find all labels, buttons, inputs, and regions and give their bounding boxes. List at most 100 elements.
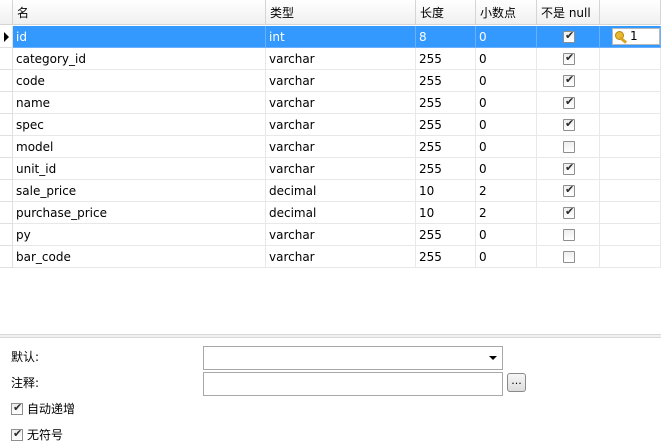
- field-length-cell[interactable]: 255: [416, 48, 476, 70]
- key-cell[interactable]: [600, 136, 661, 158]
- not-null-checkbox[interactable]: [563, 141, 575, 153]
- key-cell[interactable]: [600, 114, 661, 136]
- not-null-checkbox[interactable]: ✔: [563, 95, 575, 109]
- key-cell[interactable]: [600, 246, 661, 268]
- table-row[interactable]: purchase_price decimal 10 2 ✔: [0, 202, 661, 224]
- table-row[interactable]: model varchar 255 0: [0, 136, 661, 158]
- chevron-down-icon[interactable]: [489, 356, 497, 360]
- comment-input[interactable]: [203, 372, 503, 396]
- row-marker[interactable]: [0, 180, 13, 202]
- table-row[interactable]: name varchar 255 0 ✔: [0, 92, 661, 114]
- not-null-checkbox[interactable]: [563, 251, 575, 263]
- table-row[interactable]: sale_price decimal 10 2 ✔: [0, 180, 661, 202]
- field-length-cell[interactable]: 255: [416, 114, 476, 136]
- field-decimals-cell[interactable]: 0: [476, 224, 537, 246]
- not-null-checkbox[interactable]: [563, 229, 575, 241]
- field-type-cell[interactable]: varchar: [266, 246, 416, 268]
- not-null-cell[interactable]: [537, 246, 600, 268]
- field-type-cell[interactable]: int: [266, 26, 416, 48]
- field-length-cell[interactable]: 255: [416, 92, 476, 114]
- not-null-cell[interactable]: [537, 224, 600, 246]
- table-row[interactable]: id int 8 0 ✔ 1: [0, 26, 661, 48]
- not-null-cell[interactable]: ✔: [537, 26, 600, 48]
- key-cell[interactable]: [600, 224, 661, 246]
- row-marker[interactable]: [0, 224, 13, 246]
- field-name-cell[interactable]: py: [13, 224, 266, 246]
- key-cell[interactable]: [600, 92, 661, 114]
- row-marker[interactable]: [0, 136, 13, 158]
- header-not-null[interactable]: 不是 null: [537, 0, 600, 25]
- field-length-cell[interactable]: 255: [416, 70, 476, 92]
- not-null-cell[interactable]: ✔: [537, 70, 600, 92]
- not-null-checkbox[interactable]: ✔: [563, 29, 575, 43]
- field-decimals-cell[interactable]: 0: [476, 48, 537, 70]
- header-key[interactable]: [600, 0, 661, 25]
- key-cell[interactable]: [600, 202, 661, 224]
- field-length-cell[interactable]: 255: [416, 246, 476, 268]
- row-marker[interactable]: [0, 48, 13, 70]
- not-null-checkbox[interactable]: ✔: [563, 117, 575, 131]
- row-marker[interactable]: [0, 70, 13, 92]
- field-decimals-cell[interactable]: 0: [476, 26, 537, 48]
- not-null-checkbox[interactable]: ✔: [563, 205, 575, 219]
- table-row[interactable]: bar_code varchar 255 0: [0, 246, 661, 268]
- field-length-cell[interactable]: 10: [416, 202, 476, 224]
- field-name-cell[interactable]: code: [13, 70, 266, 92]
- field-decimals-cell[interactable]: 0: [476, 158, 537, 180]
- field-name-cell[interactable]: name: [13, 92, 266, 114]
- field-type-cell[interactable]: decimal: [266, 180, 416, 202]
- field-length-cell[interactable]: 10: [416, 180, 476, 202]
- row-marker[interactable]: [0, 246, 13, 268]
- not-null-cell[interactable]: ✔: [537, 180, 600, 202]
- header-length[interactable]: 长度: [416, 0, 476, 25]
- table-row[interactable]: spec varchar 255 0 ✔: [0, 114, 661, 136]
- field-type-cell[interactable]: varchar: [266, 70, 416, 92]
- table-row[interactable]: code varchar 255 0 ✔: [0, 70, 661, 92]
- key-cell[interactable]: 1: [600, 26, 661, 48]
- field-name-cell[interactable]: bar_code: [13, 246, 266, 268]
- not-null-cell[interactable]: ✔: [537, 114, 600, 136]
- key-cell[interactable]: [600, 48, 661, 70]
- table-row[interactable]: category_id varchar 255 0 ✔: [0, 48, 661, 70]
- key-cell[interactable]: [600, 158, 661, 180]
- field-decimals-cell[interactable]: 2: [476, 202, 537, 224]
- header-decimals[interactable]: 小数点: [476, 0, 537, 25]
- field-type-cell[interactable]: varchar: [266, 114, 416, 136]
- not-null-cell[interactable]: ✔: [537, 158, 600, 180]
- field-decimals-cell[interactable]: 0: [476, 92, 537, 114]
- field-length-cell[interactable]: 255: [416, 158, 476, 180]
- field-name-cell[interactable]: spec: [13, 114, 266, 136]
- field-name-cell[interactable]: unit_id: [13, 158, 266, 180]
- field-decimals-cell[interactable]: 2: [476, 180, 537, 202]
- unsigned-box[interactable]: ✔: [11, 427, 23, 441]
- field-name-cell[interactable]: category_id: [13, 48, 266, 70]
- field-decimals-cell[interactable]: 0: [476, 136, 537, 158]
- field-decimals-cell[interactable]: 0: [476, 70, 537, 92]
- not-null-cell[interactable]: ✔: [537, 202, 600, 224]
- not-null-checkbox[interactable]: ✔: [563, 161, 575, 175]
- field-type-cell[interactable]: varchar: [266, 92, 416, 114]
- table-row[interactable]: py varchar 255 0: [0, 224, 661, 246]
- not-null-checkbox[interactable]: ✔: [563, 183, 575, 197]
- field-name-cell[interactable]: purchase_price: [13, 202, 266, 224]
- comment-edit-button[interactable]: ...: [507, 373, 526, 392]
- table-row[interactable]: unit_id varchar 255 0 ✔: [0, 158, 661, 180]
- field-length-cell[interactable]: 255: [416, 136, 476, 158]
- auto-increment-box[interactable]: ✔: [11, 401, 23, 415]
- field-type-cell[interactable]: decimal: [266, 202, 416, 224]
- not-null-cell[interactable]: [537, 136, 600, 158]
- row-marker[interactable]: [0, 114, 13, 136]
- field-length-cell[interactable]: 255: [416, 224, 476, 246]
- field-name-cell[interactable]: id: [13, 26, 266, 48]
- field-name-cell[interactable]: model: [13, 136, 266, 158]
- row-marker[interactable]: [0, 26, 13, 48]
- field-length-cell[interactable]: 8: [416, 26, 476, 48]
- field-type-cell[interactable]: varchar: [266, 224, 416, 246]
- row-marker[interactable]: [0, 202, 13, 224]
- not-null-cell[interactable]: ✔: [537, 48, 600, 70]
- row-marker[interactable]: [0, 92, 13, 114]
- not-null-cell[interactable]: ✔: [537, 92, 600, 114]
- field-type-cell[interactable]: varchar: [266, 48, 416, 70]
- row-marker[interactable]: [0, 158, 13, 180]
- field-decimals-cell[interactable]: 0: [476, 246, 537, 268]
